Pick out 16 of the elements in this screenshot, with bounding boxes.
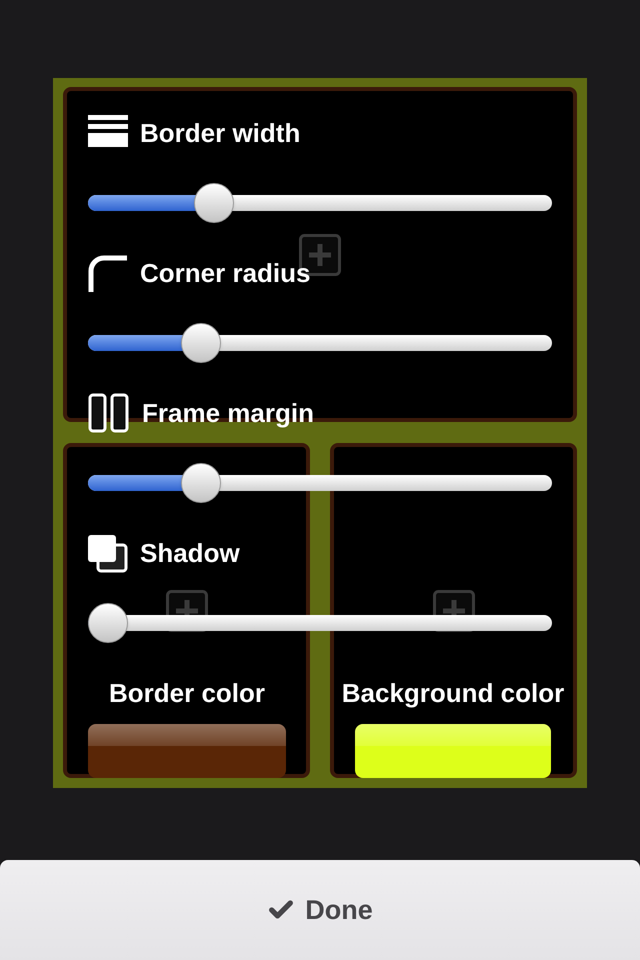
done-button[interactable]: Done xyxy=(0,860,640,960)
slider-label: Corner radius xyxy=(140,260,310,286)
color-swatch[interactable] xyxy=(355,724,551,778)
slider[interactable] xyxy=(88,463,552,503)
slider-label: Shadow xyxy=(140,540,240,566)
slider-label: Frame margin xyxy=(142,400,314,426)
shadow-icon xyxy=(88,533,128,573)
color-label: Background color xyxy=(342,680,564,706)
columns-icon xyxy=(88,393,130,433)
corner-icon xyxy=(88,253,128,293)
color-label: Border color xyxy=(108,680,266,706)
color-swatch[interactable] xyxy=(88,724,286,778)
slider[interactable] xyxy=(88,603,552,643)
slider[interactable] xyxy=(88,183,552,223)
slider-label: Border width xyxy=(140,120,300,146)
slider[interactable] xyxy=(88,323,552,363)
